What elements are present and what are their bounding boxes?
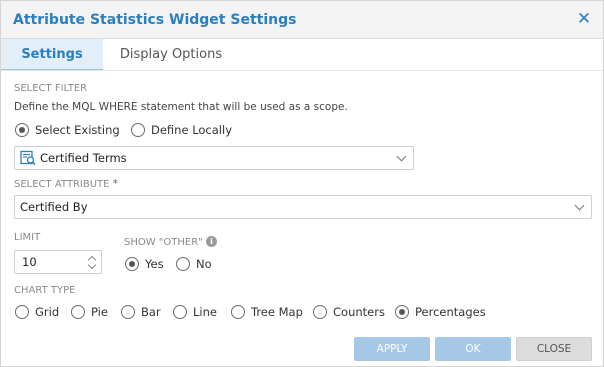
radio-circle — [15, 305, 29, 319]
tab-display-options[interactable]: Display Options — [109, 39, 233, 71]
attribute-select[interactable]: Certified By — [14, 195, 592, 219]
tab-bar: Settings Display Options — [1, 39, 603, 71]
show-other-label: SHOW "OTHER" — [124, 237, 203, 248]
close-button[interactable]: CLOSE — [516, 337, 592, 361]
radio-chart-line[interactable]: Line — [173, 304, 217, 320]
close-icon[interactable]: ✕ — [575, 10, 593, 28]
radio-label: Tree Map — [251, 305, 303, 319]
limit-stepper[interactable]: 10 — [14, 250, 102, 274]
radio-label: Bar — [141, 305, 161, 319]
radio-label: Grid — [35, 305, 60, 319]
info-icon[interactable]: i — [206, 236, 217, 247]
radio-show-other-no[interactable]: No — [176, 256, 212, 272]
filter-description: Define the MQL WHERE statement that will… — [14, 101, 348, 113]
radio-circle — [121, 305, 135, 319]
select-attribute-label: SELECT ATTRIBUTE * — [14, 177, 118, 190]
stepper-down-icon[interactable] — [87, 260, 97, 270]
select-filter-label: SELECT FILTER — [14, 83, 88, 94]
radio-chart-pie[interactable]: Pie — [71, 304, 108, 320]
tab-divider — [1, 70, 603, 71]
select-attribute-label-text: SELECT ATTRIBUTE — [14, 179, 110, 190]
filter-select-value: Certified Terms — [40, 151, 127, 165]
limit-value: 10 — [22, 255, 37, 269]
radio-label: Select Existing — [35, 123, 120, 137]
radio-chart-counters[interactable]: Counters — [313, 304, 385, 320]
radio-circle — [173, 305, 187, 319]
radio-circle — [395, 305, 409, 319]
radio-label: Percentages — [415, 305, 486, 319]
radio-circle — [131, 123, 145, 137]
radio-label: Define Locally — [151, 123, 232, 137]
radio-circle — [231, 305, 245, 319]
required-asterisk: * — [112, 177, 119, 190]
radio-label: No — [196, 257, 212, 271]
limit-label: LIMIT — [14, 232, 41, 243]
radio-chart-grid[interactable]: Grid — [15, 304, 59, 320]
dialog-title-bar: Attribute Statistics Widget Settings ✕ — [1, 1, 603, 39]
radio-define-locally[interactable]: Define Locally — [131, 122, 232, 138]
radio-chart-percentages[interactable]: Percentages — [395, 304, 486, 320]
radio-show-other-yes[interactable]: Yes — [125, 256, 164, 272]
apply-button[interactable]: APPLY — [354, 337, 430, 361]
radio-label: Counters — [333, 305, 385, 319]
radio-circle — [313, 305, 327, 319]
radio-circle — [125, 257, 139, 271]
attribute-select-value: Certified By — [20, 200, 88, 214]
widget-settings-dialog: Attribute Statistics Widget Settings ✕ S… — [0, 0, 604, 367]
chevron-down-icon — [574, 200, 585, 211]
ok-button[interactable]: OK — [435, 337, 511, 361]
chart-type-label: CHART TYPE — [14, 285, 76, 296]
radio-circle — [71, 305, 85, 319]
radio-label: Line — [193, 305, 217, 319]
radio-circle — [176, 257, 190, 271]
radio-chart-bar[interactable]: Bar — [121, 304, 161, 320]
chevron-down-icon — [396, 151, 407, 162]
radio-label: Yes — [145, 257, 164, 271]
radio-chart-tree-map[interactable]: Tree Map — [231, 304, 303, 320]
radio-label: Pie — [91, 305, 108, 319]
tab-settings[interactable]: Settings — [1, 39, 103, 71]
filter-select[interactable]: Certified Terms — [14, 146, 414, 170]
radio-select-existing[interactable]: Select Existing — [15, 122, 120, 138]
radio-circle — [15, 123, 29, 137]
dialog-title: Attribute Statistics Widget Settings — [13, 12, 297, 28]
filter-icon — [20, 150, 36, 166]
